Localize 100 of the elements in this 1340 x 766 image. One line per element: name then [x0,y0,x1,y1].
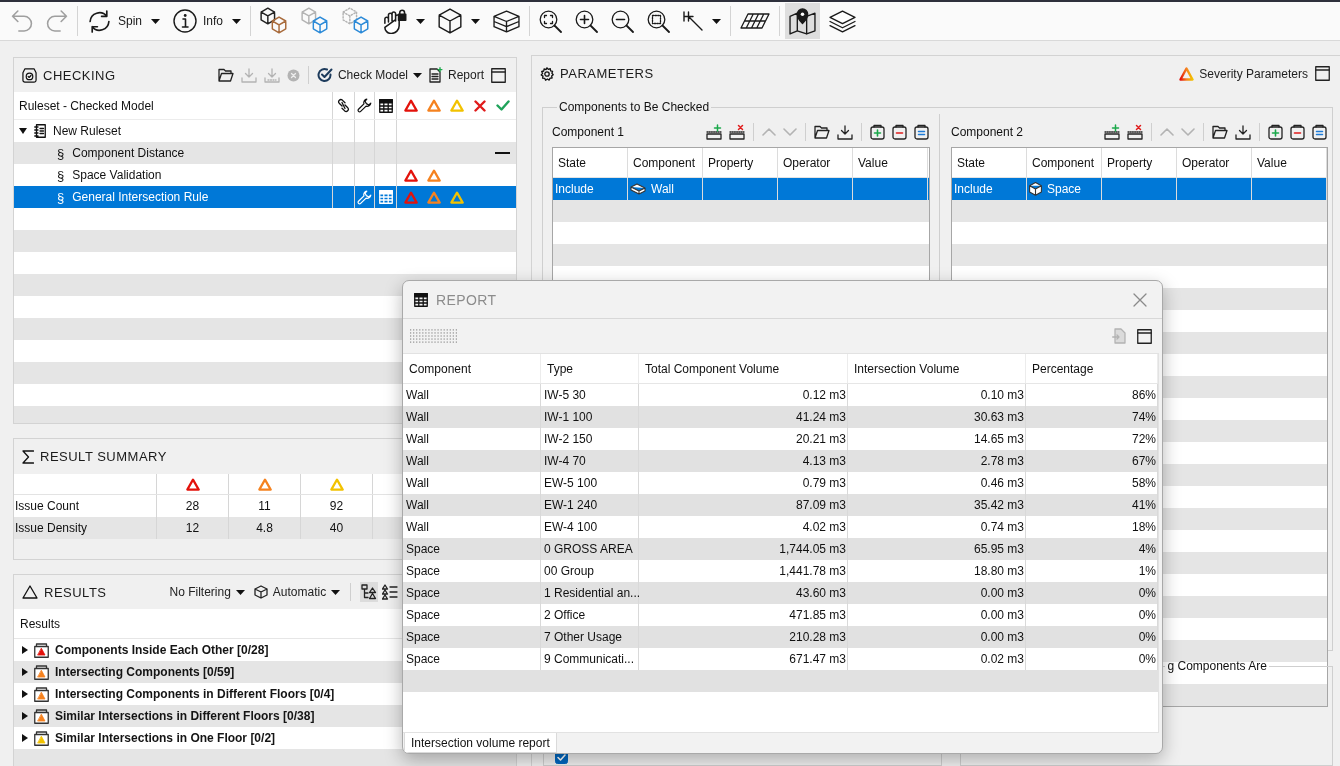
column-header: State [952,148,1027,177]
slab-icon [630,183,646,195]
panel-title: CHECKING [43,67,116,83]
triangle-icon [449,190,464,204]
table-icon [378,98,393,113]
column-header: Property [1102,148,1177,177]
grid-plane-icon [740,13,771,29]
table-cell: Issue Density [14,517,157,539]
table-row[interactable]: Include Wall [553,178,929,200]
section-title: Component 1 [552,125,625,139]
triangle-icon [426,168,441,182]
maximize-icon [1137,328,1152,344]
table-cell: 12 [157,517,229,539]
severity-parameters-button[interactable]: Severity Parameters [1178,62,1309,85]
cube-icon [1029,182,1042,196]
document-plus-icon [428,67,443,83]
box-plus-icon [870,124,885,140]
column-header: Operator [1177,148,1252,177]
column-header: Ruleset - Checked Model [19,98,154,113]
zoom-out-icon [611,9,635,33]
cross-icon [473,99,486,112]
tree-row[interactable]: § General Intersection Rule [14,186,516,208]
panel-title: RESULTS [44,584,107,600]
table-row[interactable]: Include Space [952,178,1327,200]
info-icon [173,9,198,33]
column-header: Property [703,148,778,177]
table-icon [414,292,428,307]
redo-icon [46,10,68,32]
map-pin-icon [789,7,817,35]
warning-box-icon [34,686,49,702]
column-header: Total Component Volume [639,354,848,383]
warning-box-icon [34,642,49,658]
warning-box-icon [34,708,49,724]
triangle-icon [449,99,464,112]
column-header: Component [403,354,541,383]
add-row-button[interactable] [705,121,723,143]
column-header: Value [1252,148,1327,177]
check-model-button[interactable]: Check Model [315,64,423,86]
folder-icon [217,68,234,82]
caret-icon [151,18,161,24]
row-add-icon [1104,124,1120,140]
group-label: Components to Be Checked [558,100,711,114]
check-badge-icon [22,67,37,83]
download-icon [1235,124,1251,140]
mode-dropdown[interactable]: Automatic [252,581,342,603]
box-minus-icon [892,124,907,140]
add-row-button[interactable] [1103,121,1121,143]
tab[interactable]: Intersection volume report [404,733,557,753]
column-header: Operator [778,148,853,177]
spin-button[interactable]: Spin [83,3,165,39]
zoom-window-icon [647,9,671,33]
box-minus-icon [1290,124,1305,140]
report-button[interactable]: Report [427,64,485,86]
triangle-icon [22,585,38,599]
download-icon [263,67,280,83]
check-circle-icon [316,67,333,83]
hand-lock-icon [383,8,408,34]
column-header: State [553,148,628,177]
tree-view-icon [361,584,378,600]
triangle-icon [403,168,418,182]
map-button[interactable] [785,3,821,39]
list-view-icon [382,584,399,600]
triangle-icon [1179,66,1195,81]
grip-icon [410,329,457,343]
filter-dropdown[interactable]: No Filtering [168,581,246,603]
column-header: Component [1027,148,1102,177]
chevron-down-icon [783,128,797,136]
triangle-icon [329,477,344,491]
box-equals-icon [914,124,929,140]
triangle-icon [426,99,441,112]
sigma-icon [22,449,34,464]
cube-icon [253,585,268,599]
column-header: Value [853,148,928,177]
chevron-up-icon [762,128,776,136]
row-add-icon [706,124,722,140]
section-title: Component 2 [951,125,1024,139]
triangle-icon [426,190,441,204]
caret-icon [416,18,426,24]
caret-icon [712,18,722,24]
triangle-icon [403,99,418,112]
caret-icon [471,18,481,24]
caret-icon [232,18,242,24]
tree-row[interactable]: § Component Distance [14,142,516,164]
column-header: Type [541,354,639,383]
box-equals-icon [1312,124,1327,140]
triangle-icon [403,190,418,204]
maximize-icon [1315,66,1330,81]
info-button[interactable]: Info [169,3,246,39]
zoom-in-icon [575,9,599,33]
dialog-title: REPORT [436,291,497,308]
notebook-icon [34,124,46,138]
column-header: Percentage [1026,354,1158,383]
tree-view-button[interactable] [360,582,379,602]
link-icon [337,98,350,113]
table-cell: 40 [301,517,373,539]
cubes-icon [301,7,330,35]
check-icon [495,100,510,111]
folder-icon [814,125,830,139]
wireframe-box-icon [493,8,521,34]
list-view-button[interactable] [381,582,400,602]
